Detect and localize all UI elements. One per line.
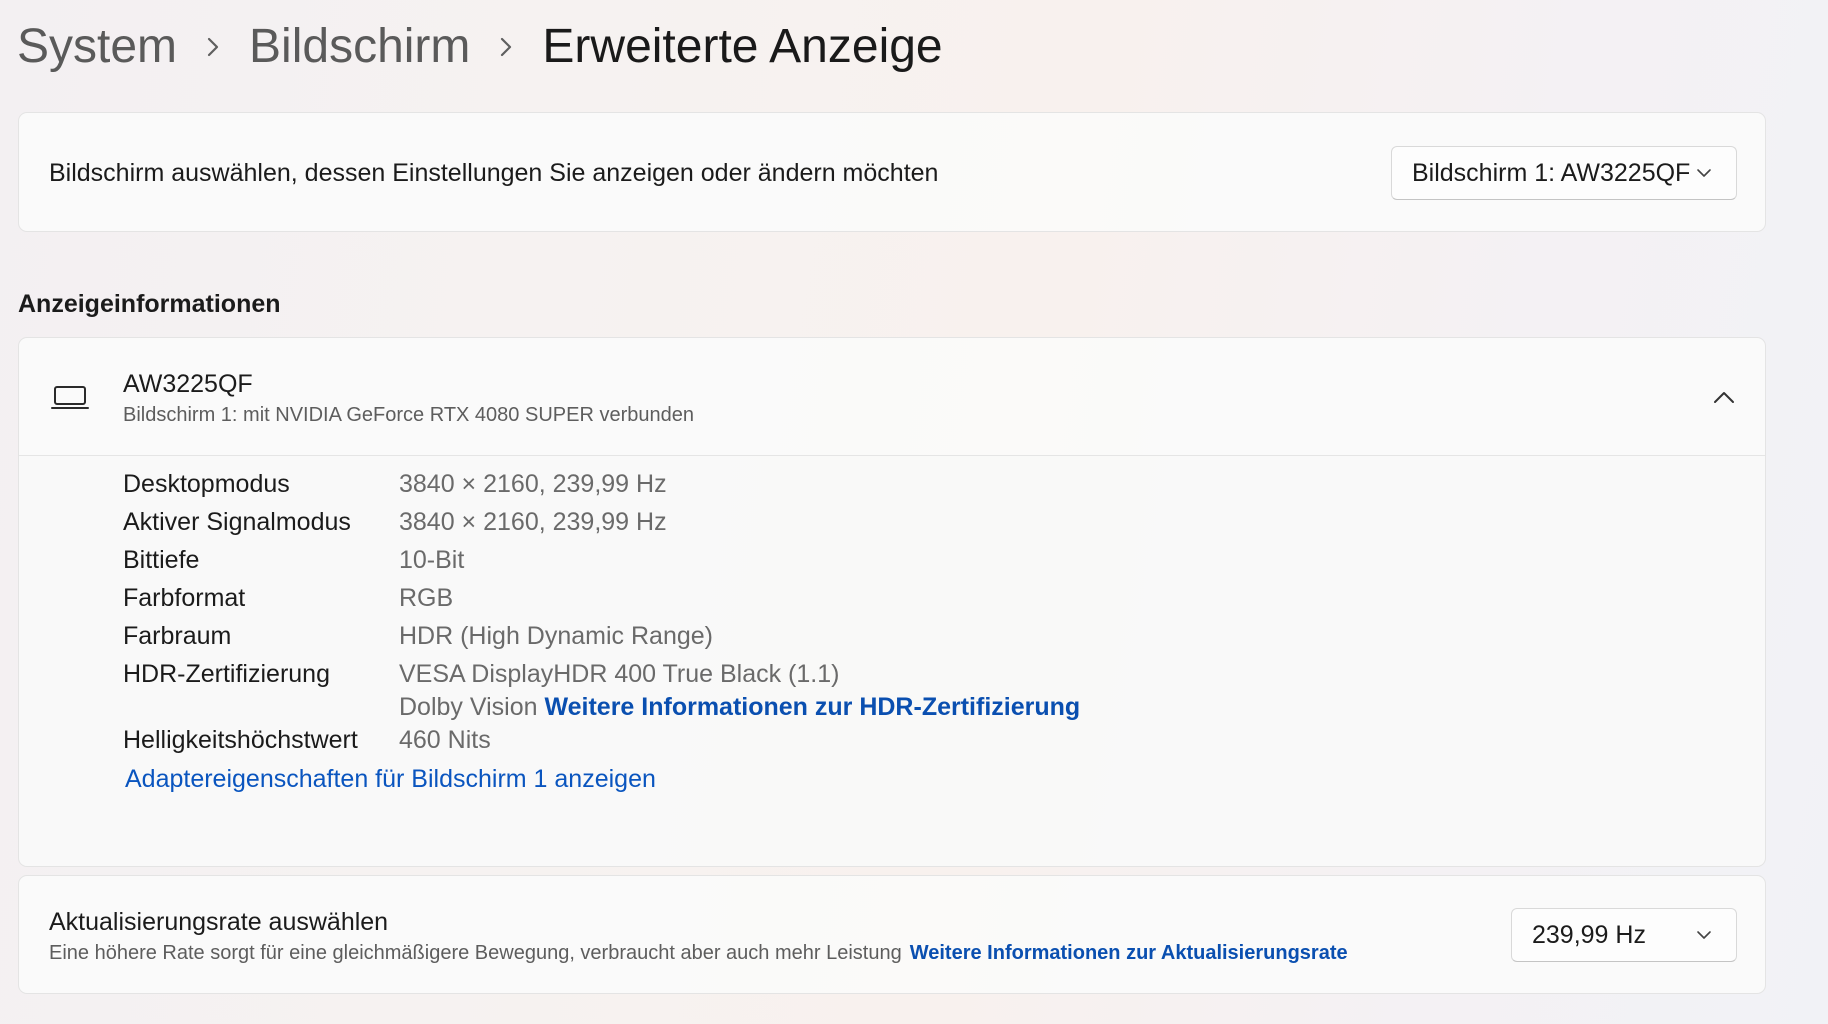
info-value: 10-Bit bbox=[399, 546, 465, 574]
info-label: HDR-Zertifizierung bbox=[123, 660, 330, 688]
info-value: HDR (High Dynamic Range) bbox=[399, 622, 713, 650]
refresh-rate-info-link[interactable]: Weitere Informationen zur Aktualisierung… bbox=[910, 942, 1348, 964]
display-select-card: Bildschirm auswählen, dessen Einstellung… bbox=[18, 112, 1766, 232]
info-label: Farbraum bbox=[123, 622, 232, 650]
info-value: RGB bbox=[399, 584, 454, 612]
breadcrumb-item-bildschirm[interactable]: Bildschirm bbox=[249, 19, 470, 74]
info-label: Desktopmodus bbox=[123, 470, 290, 498]
chevron-down-icon bbox=[1696, 909, 1714, 961]
device-name: AW3225QF bbox=[123, 370, 253, 398]
info-label: Farbformat bbox=[123, 584, 246, 612]
section-title: Anzeigeinformationen bbox=[18, 290, 281, 318]
chevron-right-icon bbox=[177, 22, 249, 70]
refresh-rate-title: Aktualisierungsrate auswählen bbox=[49, 908, 389, 936]
info-value: 3840 × 2160, 239,99 Hz bbox=[399, 470, 667, 498]
page-title: Erweiterte Anzeige bbox=[542, 19, 943, 73]
monitor-icon bbox=[51, 385, 89, 411]
refresh-rate-description: Eine höhere Rate sorgt für eine gleichmä… bbox=[49, 942, 1348, 965]
info-label: Helligkeitshöchstwert bbox=[123, 726, 358, 754]
info-value-secondary: Dolby Vision Weitere Informationen zur H… bbox=[399, 693, 1080, 722]
refresh-rate-value: 239,99 Hz bbox=[1532, 921, 1646, 949]
refresh-rate-dropdown[interactable]: 239,99 Hz bbox=[1511, 908, 1737, 962]
display-info-header[interactable]: AW3225QF Bildschirm 1: mit NVIDIA GeForc… bbox=[19, 338, 1765, 456]
device-subtitle: Bildschirm 1: mit NVIDIA GeForce RTX 408… bbox=[123, 404, 694, 426]
display-info-body: Desktopmodus 3840 × 2160, 239,99 Hz Akti… bbox=[19, 456, 1765, 866]
display-select-value: Bildschirm 1: AW3225QF bbox=[1412, 159, 1691, 187]
breadcrumb-item-system[interactable]: System bbox=[17, 19, 177, 74]
chevron-up-icon bbox=[1714, 392, 1734, 403]
info-value: 460 Nits bbox=[399, 726, 491, 754]
info-value: 3840 × 2160, 239,99 Hz bbox=[399, 508, 667, 536]
display-select-dropdown[interactable]: Bildschirm 1: AW3225QF bbox=[1391, 146, 1737, 200]
info-value: VESA DisplayHDR 400 True Black (1.1) bbox=[399, 660, 840, 688]
info-label: Bittiefe bbox=[123, 546, 200, 574]
info-label: Aktiver Signalmodus bbox=[123, 508, 351, 536]
breadcrumb: System Bildschirm Erweiterte Anzeige bbox=[17, 14, 943, 78]
display-info-card: AW3225QF Bildschirm 1: mit NVIDIA GeForc… bbox=[18, 337, 1766, 867]
adapter-properties-link[interactable]: Adaptereigenschaften für Bildschirm 1 an… bbox=[125, 765, 656, 794]
display-select-label: Bildschirm auswählen, dessen Einstellung… bbox=[49, 159, 939, 187]
collapse-button[interactable] bbox=[1709, 382, 1739, 412]
chevron-right-icon bbox=[470, 22, 542, 70]
refresh-rate-desc-text: Eine höhere Rate sorgt für eine gleichmä… bbox=[49, 942, 902, 964]
refresh-rate-card: Aktualisierungsrate auswählen Eine höher… bbox=[18, 875, 1766, 994]
chevron-down-icon bbox=[1696, 147, 1714, 199]
dolby-vision-text: Dolby Vision bbox=[399, 693, 538, 721]
hdr-info-link[interactable]: Weitere Informationen zur HDR-Zertifizie… bbox=[544, 693, 1080, 721]
